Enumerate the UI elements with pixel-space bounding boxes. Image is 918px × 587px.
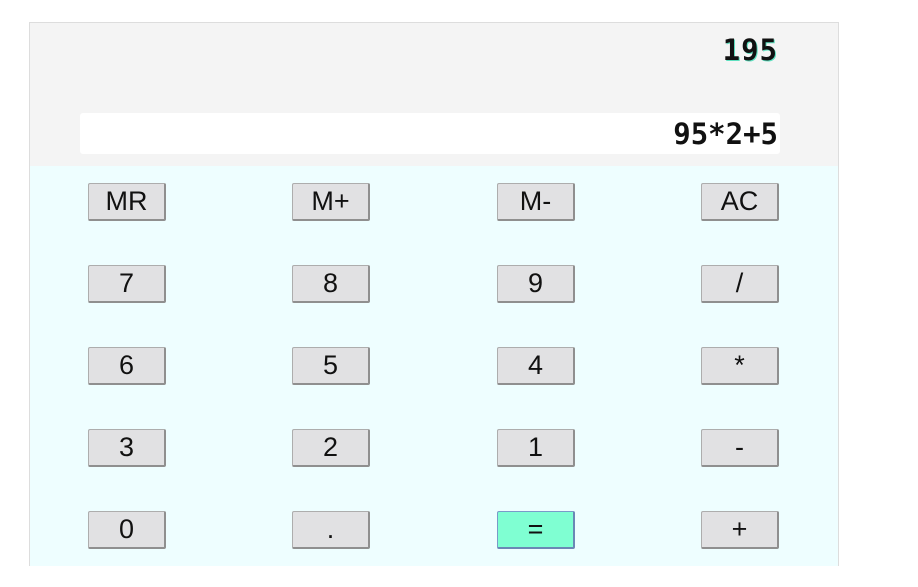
memory-recall-button[interactable]: MR (88, 183, 166, 221)
all-clear-button[interactable]: AC (701, 183, 779, 221)
equals-button[interactable]: = (497, 511, 575, 549)
digit-6-button[interactable]: 6 (88, 347, 166, 385)
digit-3-button[interactable]: 3 (88, 429, 166, 467)
digit-5-button[interactable]: 5 (292, 347, 370, 385)
subtract-button[interactable]: - (701, 429, 779, 467)
digit-4-button[interactable]: 4 (497, 347, 575, 385)
memory-add-button[interactable]: M+ (292, 183, 370, 221)
multiply-button[interactable]: * (701, 347, 779, 385)
memory-subtract-button[interactable]: M- (497, 183, 575, 221)
display-panel: 195 (30, 23, 838, 166)
digit-0-button[interactable]: 0 (88, 511, 166, 549)
expression-input[interactable] (80, 113, 780, 154)
result-display: 195 (722, 33, 778, 67)
digit-1-button[interactable]: 1 (497, 429, 575, 467)
digit-7-button[interactable]: 7 (88, 265, 166, 303)
keypad: MR M+ M- AC 7 8 9 / 6 5 4 * 3 2 1 - 0 . … (30, 166, 838, 566)
digit-2-button[interactable]: 2 (292, 429, 370, 467)
add-button[interactable]: + (701, 511, 779, 549)
digit-9-button[interactable]: 9 (497, 265, 575, 303)
decimal-point-button[interactable]: . (292, 511, 370, 549)
divide-button[interactable]: / (701, 265, 779, 303)
calculator: 195 MR M+ M- AC 7 8 9 / 6 5 4 * 3 2 1 - … (29, 22, 839, 566)
digit-8-button[interactable]: 8 (292, 265, 370, 303)
